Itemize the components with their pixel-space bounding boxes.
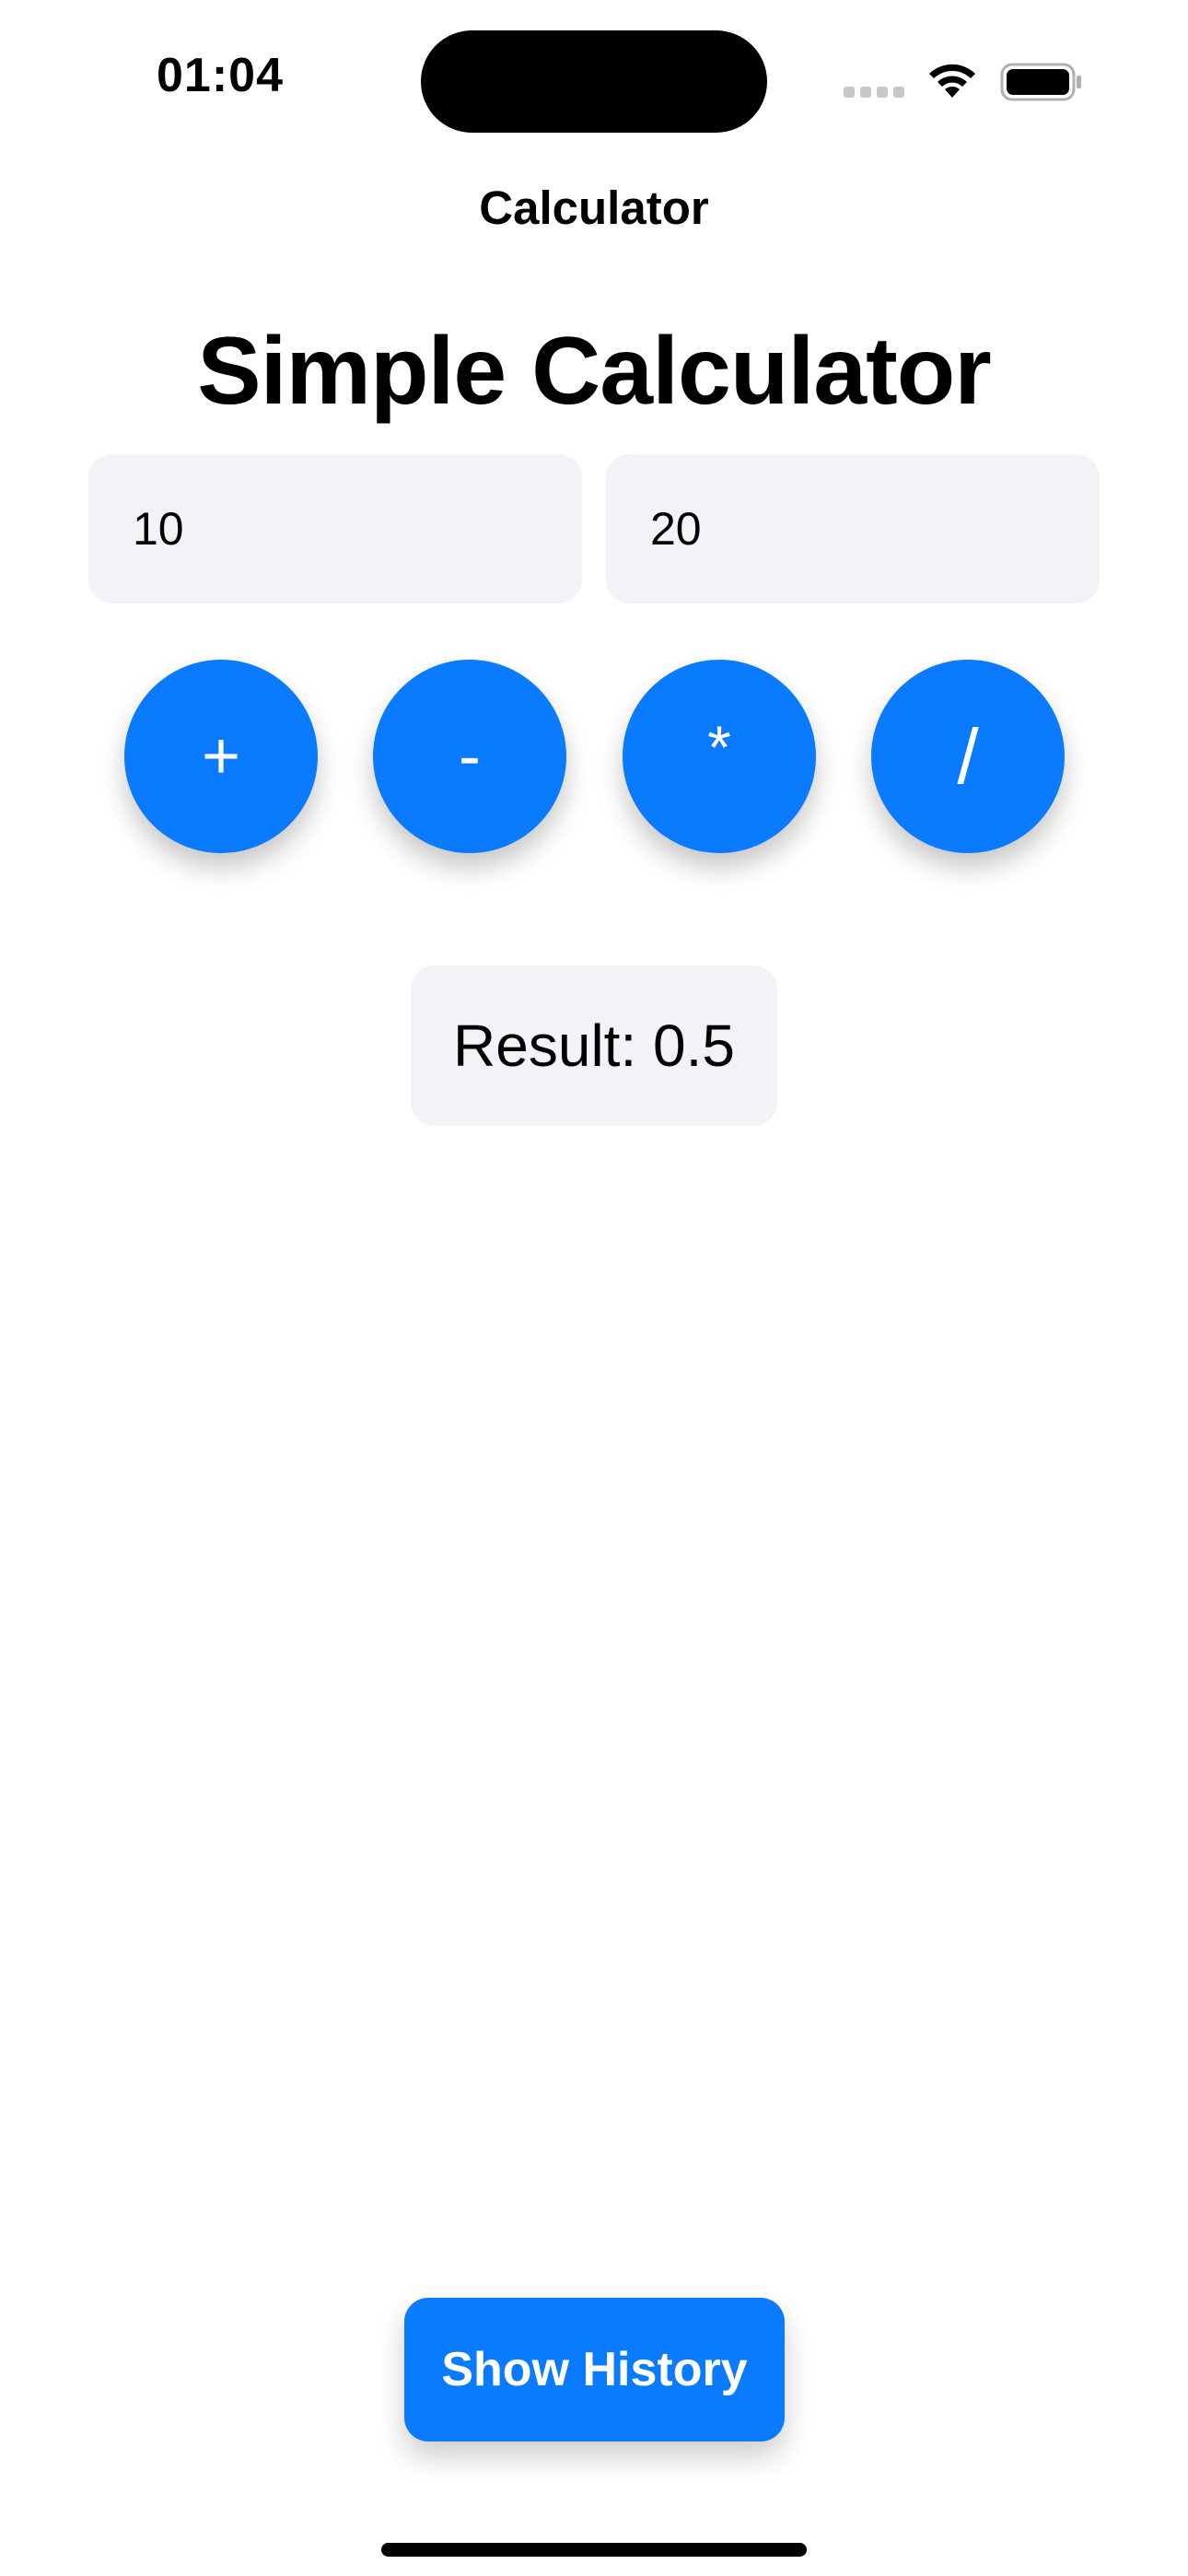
show-history-button[interactable]: Show History [404,2298,785,2441]
multiply-button[interactable]: * [623,660,816,853]
status-time: 01:04 [157,49,284,102]
home-indicator[interactable] [381,2543,807,2557]
battery-icon [1000,63,1081,101]
divide-button[interactable]: / [871,660,1065,853]
add-button[interactable]: + [124,660,318,853]
result-display: Result: 0.5 [411,966,777,1126]
subtract-button[interactable]: - [373,660,566,853]
second-number-field[interactable]: 20 [606,454,1100,603]
nav-title: Calculator [479,181,709,234]
wifi-icon [929,64,975,98]
page-title: Simple Calculator [197,318,991,425]
first-number-field[interactable]: 10 [88,454,582,603]
dynamic-island [421,30,767,133]
signal-icon [844,87,904,98]
